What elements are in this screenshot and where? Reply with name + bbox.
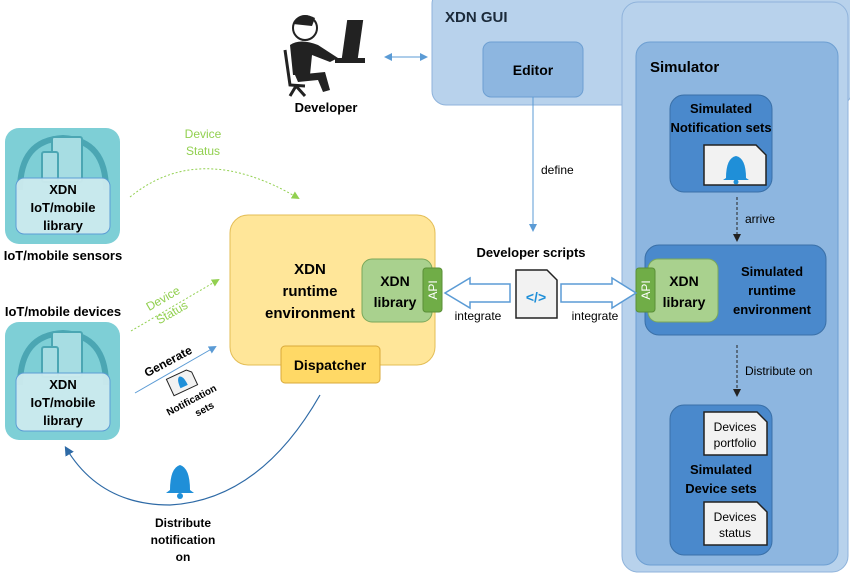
api-label: API <box>426 280 440 299</box>
runtime-line1: XDN <box>294 261 326 278</box>
distribute-line2: notification <box>151 533 216 547</box>
iot-devices-label: IoT/mobile devices <box>5 304 121 319</box>
developer-at-computer-icon <box>283 15 365 98</box>
devices-tile-line1: XDN <box>49 377 76 392</box>
sim-runtime-line1: Simulated <box>741 264 803 279</box>
devices-tile-line2: IoT/mobile <box>31 395 96 410</box>
devices-tile-line3: library <box>43 413 84 428</box>
sim-api-label: API <box>639 280 653 299</box>
developer-scripts-label: Developer scripts <box>476 245 585 260</box>
status-line1: Devices <box>714 510 757 524</box>
sim-runtime-line3: environment <box>733 302 812 317</box>
notif-sets-line1: Simulated <box>690 101 752 116</box>
bell-icon-distribute <box>166 465 194 499</box>
define-label: define <box>541 163 574 177</box>
sensors-tile-line3: library <box>43 218 84 233</box>
integrate-left-arrow <box>443 276 511 310</box>
code-file-icon: </> <box>515 269 558 319</box>
developer-label: Developer <box>295 100 358 115</box>
distribute-line3: on <box>176 550 191 564</box>
sim-lib-line1: XDN <box>669 273 699 289</box>
arrive-label: arrive <box>745 212 775 226</box>
editor-label: Editor <box>513 62 554 78</box>
portfolio-line1: Devices <box>714 420 757 434</box>
iot-sensors-tile: XDN IoT/mobile library <box>5 128 120 244</box>
integrate-right-label: integrate <box>572 309 619 323</box>
xdn-architecture-diagram: XDN GUI Editor Simulator Simulated Notif… <box>0 0 850 574</box>
distribute-line1: Distribute <box>155 516 211 530</box>
xdn-runtime-environment: XDN runtime environment XDN library API … <box>229 214 443 384</box>
sensors-tile-line2: IoT/mobile <box>31 200 96 215</box>
sensors-status-line1: Device <box>185 127 222 141</box>
lib-line2: library <box>374 294 417 310</box>
sim-runtime-line2: runtime <box>748 283 796 298</box>
sensors-status-line2: Status <box>186 144 220 158</box>
dispatcher-label: Dispatcher <box>294 357 367 373</box>
runtime-line3: environment <box>265 305 355 322</box>
distribute-on-label: Distribute on <box>745 364 812 378</box>
sim-lib-line2: library <box>663 294 706 310</box>
svg-text:</>: </> <box>526 289 546 305</box>
device-sets-line2: Device sets <box>685 481 757 496</box>
gui-title: XDN GUI <box>445 9 508 26</box>
sim-xdn-library <box>647 258 719 323</box>
portfolio-line2: portfolio <box>714 436 757 450</box>
sensors-status-arrow <box>129 168 300 200</box>
runtime-line2: runtime <box>282 283 337 300</box>
device-sets-line1: Simulated <box>690 462 752 477</box>
notif-sets-line2: Notification sets <box>670 120 771 135</box>
iot-sensors-label: IoT/mobile sensors <box>4 248 122 263</box>
sensors-tile-line1: XDN <box>49 182 76 197</box>
simulator-panel: Simulator Simulated Notification sets ar… <box>621 1 849 573</box>
lib-line1: XDN <box>380 273 410 289</box>
xdn-library <box>361 258 433 323</box>
integrate-left-label: integrate <box>455 309 502 323</box>
simulator-title: Simulator <box>650 59 719 76</box>
iot-devices-tile: XDN IoT/mobile library <box>5 322 120 440</box>
status-line2: status <box>719 526 751 540</box>
